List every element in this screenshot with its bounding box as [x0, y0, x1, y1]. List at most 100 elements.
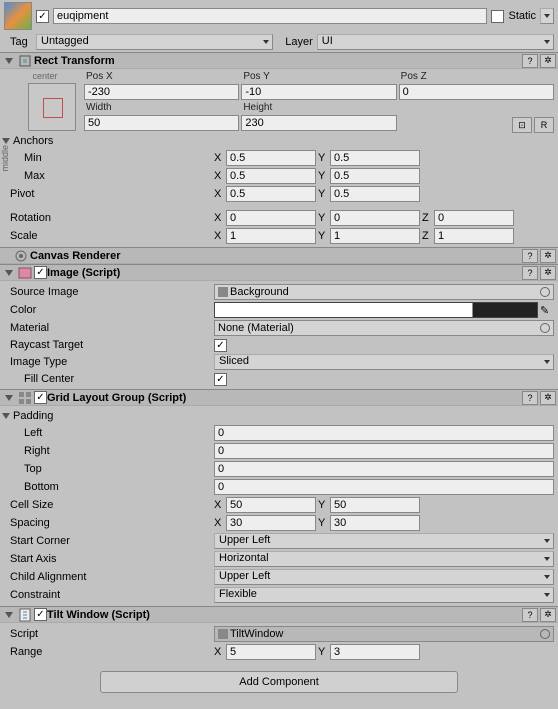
help-button[interactable]: ?	[522, 608, 538, 622]
gear-button[interactable]: ✲	[540, 54, 556, 68]
script-label: Script	[4, 628, 214, 640]
add-component-button[interactable]: Add Component	[100, 671, 458, 693]
script-field: TiltWindow	[214, 626, 554, 642]
range-x-input[interactable]	[226, 644, 316, 660]
childalign-label: Child Alignment	[4, 571, 214, 583]
padding-left-input[interactable]	[214, 425, 554, 441]
bottom-label: Bottom	[4, 481, 214, 493]
pivot-label: Pivot	[4, 188, 214, 200]
padding-foldout[interactable]	[2, 413, 10, 419]
rotation-label: Rotation	[4, 212, 214, 224]
posz-input[interactable]	[399, 84, 554, 100]
foldout-icon[interactable]	[5, 612, 13, 618]
component-title: Tilt Window (Script)	[47, 609, 520, 621]
object-picker-icon[interactable]	[540, 629, 550, 639]
component-title: Grid Layout Group (Script)	[47, 392, 520, 404]
source-image-label: Source Image	[4, 286, 214, 298]
width-input[interactable]	[84, 115, 239, 131]
rot-y-input[interactable]	[330, 210, 420, 226]
foldout-icon[interactable]	[5, 270, 13, 276]
anchor-max-x-input[interactable]	[226, 168, 316, 184]
posx-input[interactable]	[84, 84, 239, 100]
startaxis-dropdown[interactable]: Horizontal	[214, 551, 554, 567]
anchors-foldout[interactable]	[2, 138, 10, 144]
fillcenter-label: Fill Center	[4, 373, 214, 385]
startcorner-dropdown[interactable]: Upper Left	[214, 533, 554, 549]
spacing-label: Spacing	[4, 517, 214, 529]
constraint-label: Constraint	[4, 589, 214, 601]
component-title: Canvas Renderer	[30, 250, 520, 262]
component-enabled-checkbox[interactable]	[34, 608, 47, 621]
pivot-x-input[interactable]	[226, 186, 316, 202]
cell-y-input[interactable]	[330, 497, 420, 513]
constraint-dropdown[interactable]: Flexible	[214, 587, 554, 603]
cs-icon	[218, 629, 228, 639]
tag-label: Tag	[4, 36, 32, 48]
foldout-icon[interactable]	[5, 58, 13, 64]
fillcenter-checkbox[interactable]	[214, 373, 227, 386]
gear-button[interactable]: ✲	[540, 249, 556, 263]
raw-button[interactable]: R	[534, 117, 554, 133]
help-button[interactable]: ?	[522, 249, 538, 263]
rot-x-input[interactable]	[226, 210, 316, 226]
raycast-label: Raycast Target	[4, 339, 214, 351]
anchor-min-y-input[interactable]	[330, 150, 420, 166]
height-input[interactable]	[241, 115, 396, 131]
childalign-dropdown[interactable]: Upper Left	[214, 569, 554, 585]
axis-y: Y	[318, 152, 328, 164]
sprite-icon	[218, 287, 228, 297]
padding-label: Padding	[13, 410, 53, 422]
component-enabled-checkbox[interactable]	[34, 266, 47, 279]
posy-input[interactable]	[241, 84, 396, 100]
anchor-max-y-input[interactable]	[330, 168, 420, 184]
posy-label: Pos Y	[241, 71, 396, 82]
posx-label: Pos X	[84, 71, 239, 82]
anchor-vertical-label: middle	[0, 145, 10, 172]
gear-button[interactable]: ✲	[540, 608, 556, 622]
tag-dropdown[interactable]: Untagged	[36, 34, 273, 50]
help-button[interactable]: ?	[522, 54, 538, 68]
raycast-checkbox[interactable]	[214, 339, 227, 352]
cell-x-input[interactable]	[226, 497, 316, 513]
active-checkbox[interactable]	[36, 10, 49, 23]
left-label: Left	[4, 427, 214, 439]
component-title: Rect Transform	[34, 55, 520, 67]
static-checkbox[interactable]	[491, 10, 504, 23]
startaxis-label: Start Axis	[4, 553, 214, 565]
scale-x-input[interactable]	[226, 228, 316, 244]
rot-z-input[interactable]	[434, 210, 514, 226]
padding-right-input[interactable]	[214, 443, 554, 459]
source-image-field[interactable]: Background	[214, 284, 554, 300]
gameobject-name-input[interactable]	[53, 8, 487, 24]
color-field[interactable]	[214, 302, 538, 318]
static-dropdown[interactable]	[540, 8, 554, 24]
gear-button[interactable]: ✲	[540, 266, 556, 280]
range-y-input[interactable]	[330, 644, 420, 660]
padding-top-input[interactable]	[214, 461, 554, 477]
foldout-icon[interactable]	[5, 395, 13, 401]
scale-z-input[interactable]	[434, 228, 514, 244]
pivot-y-input[interactable]	[330, 186, 420, 202]
layer-dropdown[interactable]: UI	[317, 34, 554, 50]
imagetype-dropdown[interactable]: Sliced	[214, 354, 554, 370]
eyedropper-icon[interactable]: ✎	[540, 304, 554, 317]
gear-button[interactable]: ✲	[540, 391, 556, 405]
color-label: Color	[4, 304, 214, 316]
spacing-x-input[interactable]	[226, 515, 316, 531]
spacing-y-input[interactable]	[330, 515, 420, 531]
scale-y-input[interactable]	[330, 228, 420, 244]
canvas-renderer-icon	[14, 249, 28, 263]
blueprint-button[interactable]: ⊡	[512, 117, 532, 133]
object-picker-icon[interactable]	[540, 287, 550, 297]
object-picker-icon[interactable]	[540, 323, 550, 333]
anchor-min-x-input[interactable]	[226, 150, 316, 166]
anchor-preset-button[interactable]	[28, 83, 76, 131]
padding-bottom-input[interactable]	[214, 479, 554, 495]
material-field[interactable]: None (Material)	[214, 320, 554, 336]
axis-x: X	[214, 152, 224, 164]
scale-label: Scale	[4, 230, 214, 242]
help-button[interactable]: ?	[522, 266, 538, 280]
help-button[interactable]: ?	[522, 391, 538, 405]
cellsize-label: Cell Size	[4, 499, 214, 511]
component-enabled-checkbox[interactable]	[34, 391, 47, 404]
